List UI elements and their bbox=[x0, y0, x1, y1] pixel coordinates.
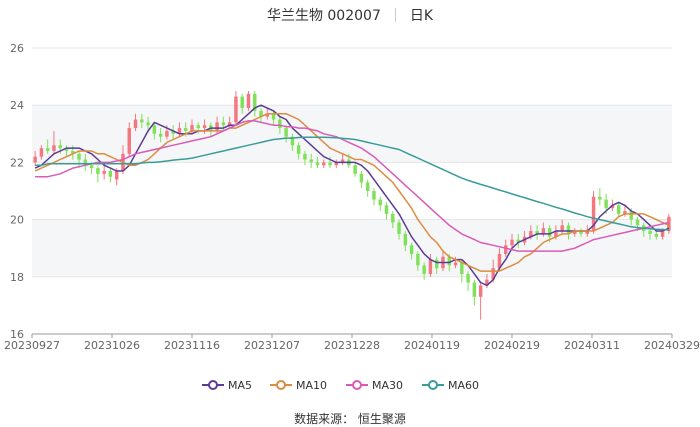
candle-body bbox=[39, 148, 44, 157]
candle-body bbox=[635, 219, 640, 226]
candle-body bbox=[428, 259, 433, 274]
legend-marker-ma30 bbox=[352, 380, 362, 390]
candle-body bbox=[102, 170, 106, 174]
candle-body bbox=[466, 273, 470, 283]
candle-body bbox=[284, 128, 288, 137]
candle-body bbox=[33, 156, 37, 163]
candle-body bbox=[278, 119, 282, 129]
candle-body bbox=[58, 145, 62, 149]
x-tick-label: 20240311 bbox=[564, 339, 620, 352]
candle-body bbox=[108, 170, 113, 177]
legend-marker-ma5 bbox=[208, 380, 218, 390]
candle-body bbox=[547, 228, 552, 237]
grid-lines bbox=[32, 47, 672, 335]
x-tick-label: 20240329 bbox=[644, 339, 700, 352]
candle-body bbox=[296, 145, 301, 154]
candlestick-chart: 161820222426 20230927 20231026 20231116 202… bbox=[4, 42, 700, 392]
candle-body bbox=[504, 245, 508, 254]
candle-body bbox=[560, 225, 564, 232]
candle-body bbox=[422, 265, 426, 274]
candle-body bbox=[303, 153, 307, 160]
candle-body bbox=[315, 162, 320, 166]
candle-body bbox=[146, 122, 150, 126]
legend-label-ma60: MA60 bbox=[448, 379, 479, 392]
data-source: 数据来源： 恒生聚源 bbox=[294, 412, 406, 426]
legend-label-ma5: MA5 bbox=[228, 379, 252, 392]
candle-body bbox=[246, 93, 251, 109]
candle-body bbox=[89, 165, 94, 169]
candle-body bbox=[196, 125, 200, 129]
candle-body bbox=[648, 231, 652, 234]
candle-body bbox=[460, 262, 464, 274]
candle-body bbox=[353, 165, 357, 174]
candle-body bbox=[127, 128, 131, 154]
candle-body bbox=[365, 182, 370, 191]
candle-body bbox=[453, 262, 458, 266]
candle-body bbox=[510, 239, 514, 246]
legend: MA5 MA10 MA30 MA60 bbox=[202, 379, 479, 392]
x-tick-label: 20230927 bbox=[4, 339, 60, 352]
candle-body bbox=[598, 196, 602, 200]
candle-body bbox=[77, 153, 81, 160]
candle-body bbox=[403, 233, 408, 246]
candle-body bbox=[240, 96, 244, 109]
candle-body bbox=[654, 233, 659, 237]
candle-body bbox=[472, 282, 477, 297]
candle-body bbox=[416, 253, 420, 266]
y-tick-label: 24 bbox=[10, 99, 24, 112]
candle-body bbox=[434, 259, 439, 269]
x-tick-label: 20240219 bbox=[484, 339, 540, 352]
candle-body bbox=[152, 125, 157, 134]
candle-body bbox=[409, 245, 414, 254]
candle-body bbox=[309, 159, 313, 163]
legend-marker-ma10 bbox=[276, 380, 286, 390]
candle-body bbox=[378, 199, 382, 206]
candle-body bbox=[271, 113, 276, 120]
candle-body bbox=[616, 205, 621, 214]
candle-body bbox=[202, 125, 207, 129]
candle-body bbox=[52, 145, 56, 151]
candle-body bbox=[541, 228, 546, 234]
x-tick-label: 20240119 bbox=[404, 339, 460, 352]
y-tick-label: 20 bbox=[10, 214, 24, 227]
candle-body bbox=[391, 213, 395, 223]
candle-body bbox=[372, 191, 376, 200]
candle-body bbox=[234, 96, 238, 123]
candle-body bbox=[397, 222, 401, 234]
x-axis: 20230927 20231026 20231116 20231207 20231228… bbox=[4, 333, 700, 352]
candle-body bbox=[221, 122, 226, 126]
x-tick-label: 20231026 bbox=[84, 339, 140, 352]
y-axis-ticks: 161820222426 bbox=[10, 42, 24, 341]
legend-label-ma30: MA30 bbox=[372, 379, 403, 392]
candle-body bbox=[328, 162, 332, 166]
candle-body bbox=[96, 168, 100, 174]
candle-body bbox=[45, 148, 50, 151]
candle-body bbox=[359, 173, 364, 183]
candle-body bbox=[660, 231, 665, 237]
candle-body bbox=[184, 128, 188, 131]
candle-body bbox=[478, 285, 483, 297]
candle-body bbox=[215, 122, 219, 131]
candle-body bbox=[140, 119, 144, 123]
y-tick-label: 18 bbox=[10, 271, 24, 284]
candle-body bbox=[133, 119, 138, 129]
candle-body bbox=[158, 133, 163, 137]
candle-body bbox=[384, 205, 389, 214]
candle-body bbox=[165, 130, 169, 137]
legend-marker-ma60 bbox=[428, 380, 438, 390]
y-tick-label: 26 bbox=[10, 42, 24, 55]
x-tick-label: 20231116 bbox=[164, 339, 220, 352]
candle-body bbox=[604, 199, 608, 209]
candle-body bbox=[322, 162, 326, 166]
x-tick-label: 20231228 bbox=[324, 339, 380, 352]
candle-body bbox=[114, 170, 119, 180]
x-tick-label: 20231207 bbox=[244, 339, 300, 352]
y-tick-label: 22 bbox=[10, 156, 24, 169]
candle-body bbox=[190, 125, 194, 131]
legend-label-ma10: MA10 bbox=[296, 379, 327, 392]
